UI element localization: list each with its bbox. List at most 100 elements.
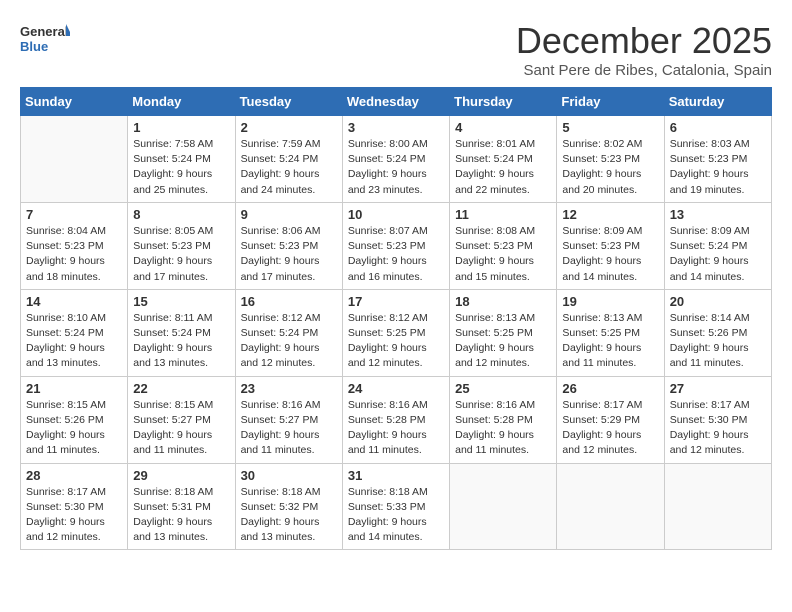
calendar-cell: 6 Sunrise: 8:03 AM Sunset: 5:23 PM Daylig… — [664, 116, 771, 203]
calendar-cell: 17 Sunrise: 8:12 AM Sunset: 5:25 PM Dayli… — [342, 289, 449, 376]
calendar-cell: 1Sunrise: 7:58 AM Sunset: 5:24 PM Daylig… — [128, 116, 235, 203]
calendar-cell: 11 Sunrise: 8:08 AM Sunset: 5:23 PM Dayli… — [450, 202, 557, 289]
calendar-week-1: 1Sunrise: 7:58 AM Sunset: 5:24 PM Daylig… — [21, 116, 772, 203]
calendar-cell: 3 Sunrise: 8:00 AM Sunset: 5:24 PM Daylig… — [342, 116, 449, 203]
day-info: Sunrise: 8:16 AM Sunset: 5:27 PM Dayligh… — [241, 398, 337, 459]
day-info: Sunrise: 8:18 AM Sunset: 5:31 PM Dayligh… — [133, 485, 229, 546]
day-info: Sunrise: 8:09 AM Sunset: 5:24 PM Dayligh… — [670, 224, 766, 285]
logo-svg: General Blue — [20, 20, 70, 62]
calendar-cell: 2 Sunrise: 7:59 AM Sunset: 5:24 PM Daylig… — [235, 116, 342, 203]
logo: General Blue — [20, 20, 70, 62]
day-info: Sunrise: 8:12 AM Sunset: 5:24 PM Dayligh… — [241, 311, 337, 372]
day-info: Sunrise: 8:10 AM Sunset: 5:24 PM Dayligh… — [26, 311, 122, 372]
header-saturday: Saturday — [664, 88, 771, 116]
day-info: Sunrise: 8:07 AM Sunset: 5:23 PM Dayligh… — [348, 224, 444, 285]
day-number: 10 — [348, 207, 444, 222]
calendar-cell — [450, 463, 557, 550]
day-number: 6 — [670, 120, 766, 135]
page-container: General Blue December 2025 Sant Pere de … — [20, 20, 772, 550]
day-info: Sunrise: 8:02 AM Sunset: 5:23 PM Dayligh… — [562, 137, 658, 198]
calendar-cell: 12 Sunrise: 8:09 AM Sunset: 5:23 PM Dayli… — [557, 202, 664, 289]
day-number: 28 — [26, 468, 122, 483]
calendar-cell: 26 Sunrise: 8:17 AM Sunset: 5:29 PM Dayli… — [557, 376, 664, 463]
day-number: 30 — [241, 468, 337, 483]
day-info: Sunrise: 8:18 AM Sunset: 5:32 PM Dayligh… — [241, 485, 337, 546]
day-number: 11 — [455, 207, 551, 222]
location-subtitle: Sant Pere de Ribes, Catalonia, Spain — [516, 62, 772, 79]
month-title: December 2025 — [516, 20, 772, 62]
calendar-cell: 18Sunrise: 8:13 AM Sunset: 5:25 PM Dayli… — [450, 289, 557, 376]
day-number: 25 — [455, 381, 551, 396]
day-number: 2 — [241, 120, 337, 135]
calendar-cell: 27 Sunrise: 8:17 AM Sunset: 5:30 PM Dayli… — [664, 376, 771, 463]
header: General Blue December 2025 Sant Pere de … — [20, 20, 772, 79]
day-info: Sunrise: 8:12 AM Sunset: 5:25 PM Dayligh… — [348, 311, 444, 372]
header-tuesday: Tuesday — [235, 88, 342, 116]
day-number: 23 — [241, 381, 337, 396]
calendar-cell: 29 Sunrise: 8:18 AM Sunset: 5:31 PM Dayli… — [128, 463, 235, 550]
day-info: Sunrise: 8:04 AM Sunset: 5:23 PM Dayligh… — [26, 224, 122, 285]
day-info: Sunrise: 7:59 AM Sunset: 5:24 PM Dayligh… — [241, 137, 337, 198]
calendar-cell: 9Sunrise: 8:06 AM Sunset: 5:23 PM Daylig… — [235, 202, 342, 289]
day-info: Sunrise: 8:11 AM Sunset: 5:24 PM Dayligh… — [133, 311, 229, 372]
day-info: Sunrise: 8:16 AM Sunset: 5:28 PM Dayligh… — [348, 398, 444, 459]
calendar-cell: 25 Sunrise: 8:16 AM Sunset: 5:28 PM Dayli… — [450, 376, 557, 463]
day-info: Sunrise: 8:15 AM Sunset: 5:26 PM Dayligh… — [26, 398, 122, 459]
day-info: Sunrise: 8:16 AM Sunset: 5:28 PM Dayligh… — [455, 398, 551, 459]
day-number: 1 — [133, 120, 229, 135]
day-number: 17 — [348, 294, 444, 309]
day-number: 22 — [133, 381, 229, 396]
calendar-cell: 20 Sunrise: 8:14 AM Sunset: 5:26 PM Dayli… — [664, 289, 771, 376]
calendar-header-row: SundayMondayTuesdayWednesdayThursdayFrid… — [21, 88, 772, 116]
calendar-cell: 8 Sunrise: 8:05 AM Sunset: 5:23 PM Daylig… — [128, 202, 235, 289]
day-number: 19 — [562, 294, 658, 309]
day-number: 27 — [670, 381, 766, 396]
header-wednesday: Wednesday — [342, 88, 449, 116]
calendar-week-4: 21 Sunrise: 8:15 AM Sunset: 5:26 PM Dayli… — [21, 376, 772, 463]
day-number: 21 — [26, 381, 122, 396]
calendar-cell — [21, 116, 128, 203]
day-number: 16 — [241, 294, 337, 309]
day-info: Sunrise: 8:17 AM Sunset: 5:30 PM Dayligh… — [26, 485, 122, 546]
day-info: Sunrise: 8:08 AM Sunset: 5:23 PM Dayligh… — [455, 224, 551, 285]
header-thursday: Thursday — [450, 88, 557, 116]
calendar-cell: 5 Sunrise: 8:02 AM Sunset: 5:23 PM Daylig… — [557, 116, 664, 203]
day-info: Sunrise: 8:13 AM Sunset: 5:25 PM Dayligh… — [562, 311, 658, 372]
day-info: Sunrise: 8:15 AM Sunset: 5:27 PM Dayligh… — [133, 398, 229, 459]
calendar-cell: 30 Sunrise: 8:18 AM Sunset: 5:32 PM Dayli… — [235, 463, 342, 550]
day-info: Sunrise: 8:13 AM Sunset: 5:25 PM Dayligh… — [455, 311, 551, 372]
calendar-cell: 21 Sunrise: 8:15 AM Sunset: 5:26 PM Dayli… — [21, 376, 128, 463]
day-number: 12 — [562, 207, 658, 222]
calendar-week-2: 7Sunrise: 8:04 AM Sunset: 5:23 PM Daylig… — [21, 202, 772, 289]
calendar-cell: 13Sunrise: 8:09 AM Sunset: 5:24 PM Dayli… — [664, 202, 771, 289]
calendar-cell — [557, 463, 664, 550]
title-area: December 2025 Sant Pere de Ribes, Catalo… — [516, 20, 772, 79]
day-number: 3 — [348, 120, 444, 135]
day-number: 5 — [562, 120, 658, 135]
calendar-cell: 10 Sunrise: 8:07 AM Sunset: 5:23 PM Dayli… — [342, 202, 449, 289]
calendar-cell: 19 Sunrise: 8:13 AM Sunset: 5:25 PM Dayli… — [557, 289, 664, 376]
day-number: 15 — [133, 294, 229, 309]
day-number: 20 — [670, 294, 766, 309]
day-number: 26 — [562, 381, 658, 396]
day-info: Sunrise: 8:03 AM Sunset: 5:23 PM Dayligh… — [670, 137, 766, 198]
day-info: Sunrise: 8:17 AM Sunset: 5:29 PM Dayligh… — [562, 398, 658, 459]
calendar-cell: 16 Sunrise: 8:12 AM Sunset: 5:24 PM Dayli… — [235, 289, 342, 376]
calendar-cell: 14 Sunrise: 8:10 AM Sunset: 5:24 PM Dayli… — [21, 289, 128, 376]
day-info: Sunrise: 8:05 AM Sunset: 5:23 PM Dayligh… — [133, 224, 229, 285]
day-info: Sunrise: 8:06 AM Sunset: 5:23 PM Dayligh… — [241, 224, 337, 285]
day-info: Sunrise: 8:14 AM Sunset: 5:26 PM Dayligh… — [670, 311, 766, 372]
day-number: 14 — [26, 294, 122, 309]
day-number: 4 — [455, 120, 551, 135]
day-info: Sunrise: 8:01 AM Sunset: 5:24 PM Dayligh… — [455, 137, 551, 198]
header-friday: Friday — [557, 88, 664, 116]
day-info: Sunrise: 8:00 AM Sunset: 5:24 PM Dayligh… — [348, 137, 444, 198]
calendar-cell: 23 Sunrise: 8:16 AM Sunset: 5:27 PM Dayli… — [235, 376, 342, 463]
day-info: Sunrise: 8:09 AM Sunset: 5:23 PM Dayligh… — [562, 224, 658, 285]
day-number: 8 — [133, 207, 229, 222]
calendar-week-3: 14 Sunrise: 8:10 AM Sunset: 5:24 PM Dayli… — [21, 289, 772, 376]
day-info: Sunrise: 8:17 AM Sunset: 5:30 PM Dayligh… — [670, 398, 766, 459]
day-number: 29 — [133, 468, 229, 483]
calendar-cell: 28 Sunrise: 8:17 AM Sunset: 5:30 PM Dayli… — [21, 463, 128, 550]
calendar-cell: 31Sunrise: 8:18 AM Sunset: 5:33 PM Dayli… — [342, 463, 449, 550]
